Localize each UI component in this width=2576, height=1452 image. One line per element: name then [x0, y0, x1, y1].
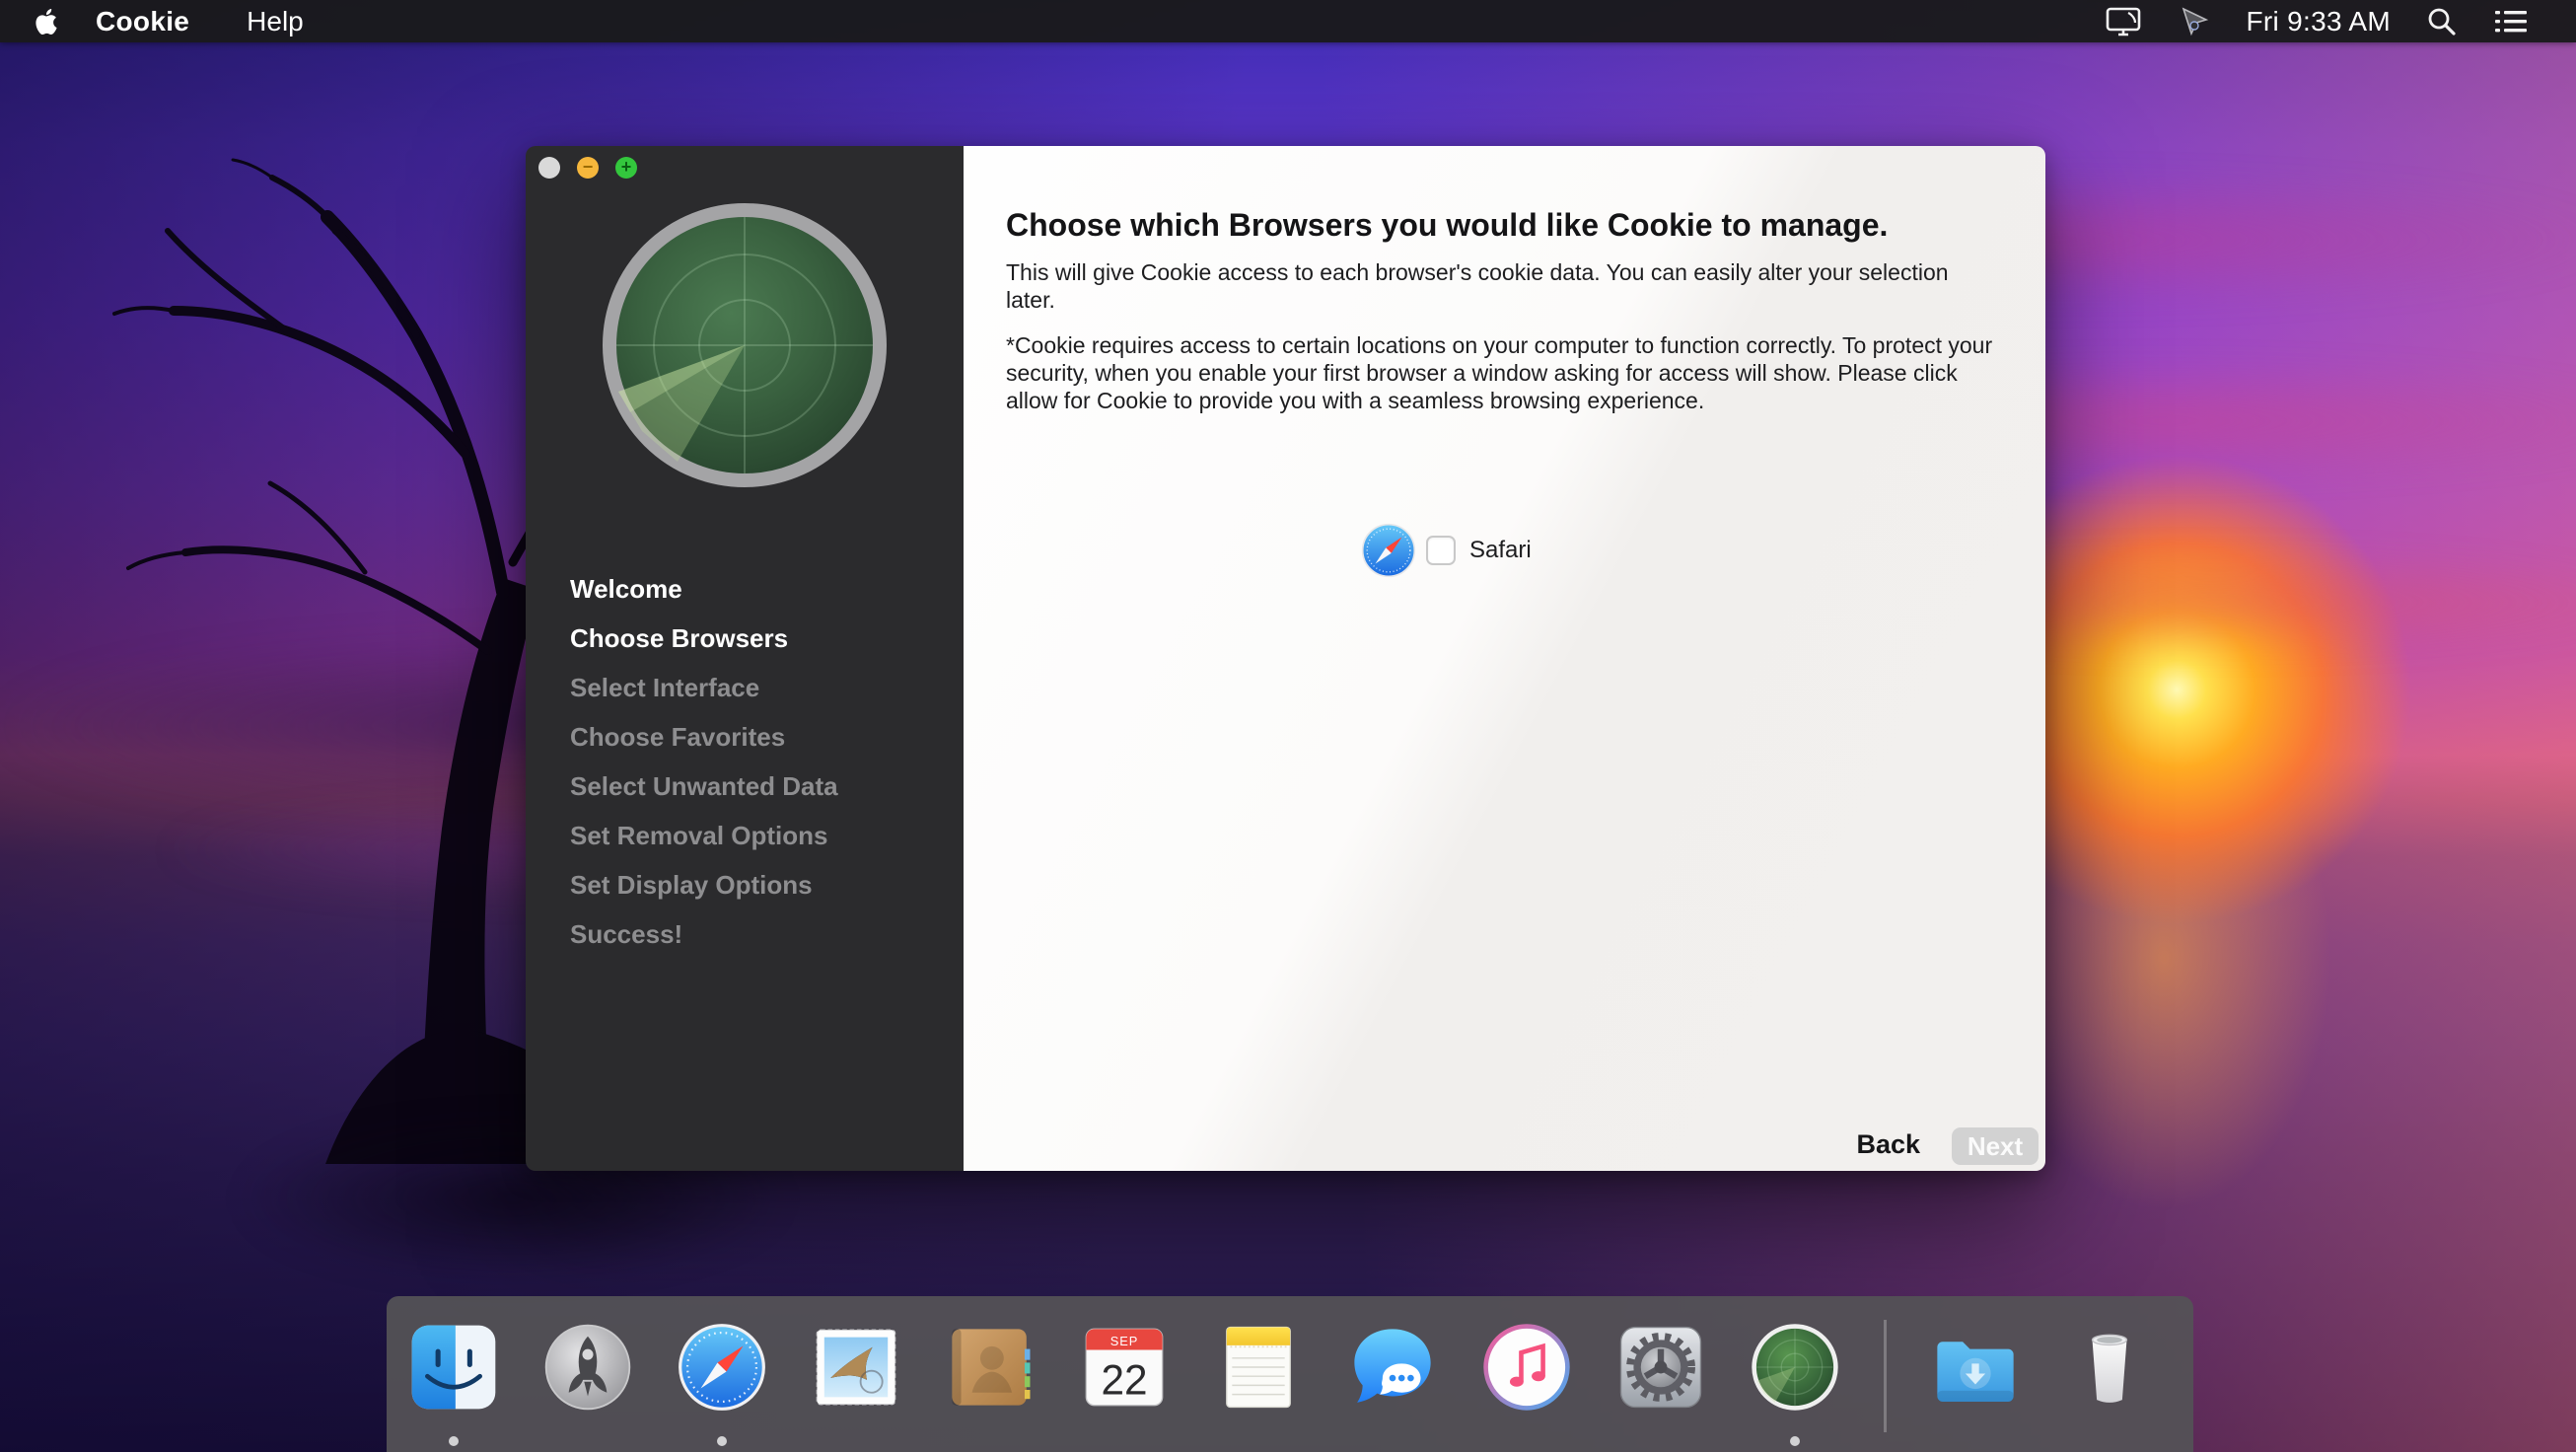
dock-safari-icon[interactable]: [677, 1322, 767, 1413]
cookie-radar-icon: [597, 197, 893, 498]
spotlight-search-icon[interactable]: [2426, 6, 2458, 37]
dock-contacts-icon[interactable]: [945, 1322, 1036, 1413]
step-success: Success!: [570, 909, 838, 959]
browser-row-safari: Safari: [1361, 523, 1532, 578]
cookie-setup-window: − +: [526, 146, 2045, 1171]
dock-launchpad-icon[interactable]: [542, 1322, 633, 1413]
close-button[interactable]: [538, 157, 560, 179]
step-select-interface: Select Interface: [570, 663, 838, 712]
step-set-display-options: Set Display Options: [570, 860, 838, 909]
menu-help[interactable]: Help: [247, 6, 304, 37]
dock: SEP 22: [387, 1296, 2193, 1452]
intro-paragraph: This will give Cookie access to each bro…: [1006, 258, 2002, 314]
safari-label: Safari: [1469, 537, 1532, 564]
apple-menu[interactable]: [34, 7, 59, 36]
zoom-button[interactable]: +: [615, 157, 637, 179]
dock-finder-icon[interactable]: [408, 1322, 499, 1413]
dock-trash-icon[interactable]: [2064, 1322, 2155, 1413]
dock-notes-icon[interactable]: [1213, 1322, 1304, 1413]
screen-sharing-icon[interactable]: [2105, 6, 2142, 37]
page-title: Choose which Browsers you would like Coo…: [1006, 205, 1888, 245]
dock-itunes-icon[interactable]: [1481, 1322, 1572, 1413]
menu-bar: Cookie Help Fri 9:33 AM: [0, 0, 2576, 42]
remote-cursor-icon[interactable]: [2178, 5, 2211, 38]
dock-messages-icon[interactable]: [1347, 1322, 1438, 1413]
step-select-unwanted-data: Select Unwanted Data: [570, 762, 838, 811]
safari-icon: [1361, 523, 1416, 578]
dock-separator: [1884, 1320, 1887, 1432]
window-sidebar: − +: [526, 146, 964, 1171]
notification-center-icon[interactable]: [2493, 7, 2529, 36]
step-choose-favorites: Choose Favorites: [570, 712, 838, 762]
menu-clock[interactable]: Fri 9:33 AM: [2247, 6, 2391, 37]
next-button[interactable]: Next: [1952, 1127, 2039, 1165]
back-button[interactable]: Back: [1856, 1125, 1920, 1163]
traffic-lights: − +: [538, 157, 637, 179]
minimize-button[interactable]: −: [577, 157, 599, 179]
svg-text:22: 22: [1101, 1357, 1147, 1404]
step-choose-browsers: Choose Browsers: [570, 614, 838, 663]
dock-cookie-icon[interactable]: [1750, 1322, 1840, 1413]
safari-checkbox[interactable]: [1426, 536, 1456, 565]
step-set-removal-options: Set Removal Options: [570, 811, 838, 860]
dock-mail-icon[interactable]: [811, 1322, 901, 1413]
dock-calendar-icon[interactable]: SEP 22: [1079, 1322, 1170, 1413]
dock-downloads-icon[interactable]: [1930, 1322, 2021, 1413]
step-welcome: Welcome: [570, 564, 838, 614]
menu-app-name[interactable]: Cookie: [96, 6, 189, 37]
wizard-steps: Welcome Choose Browsers Select Interface…: [570, 564, 838, 959]
access-note-paragraph: *Cookie requires access to certain locat…: [1006, 331, 2002, 414]
apple-logo-icon: [34, 7, 59, 36]
svg-text:SEP: SEP: [1110, 1334, 1139, 1348]
dock-system-preferences-icon[interactable]: [1615, 1322, 1706, 1413]
window-content: Choose which Browsers you would like Coo…: [964, 146, 2045, 1171]
